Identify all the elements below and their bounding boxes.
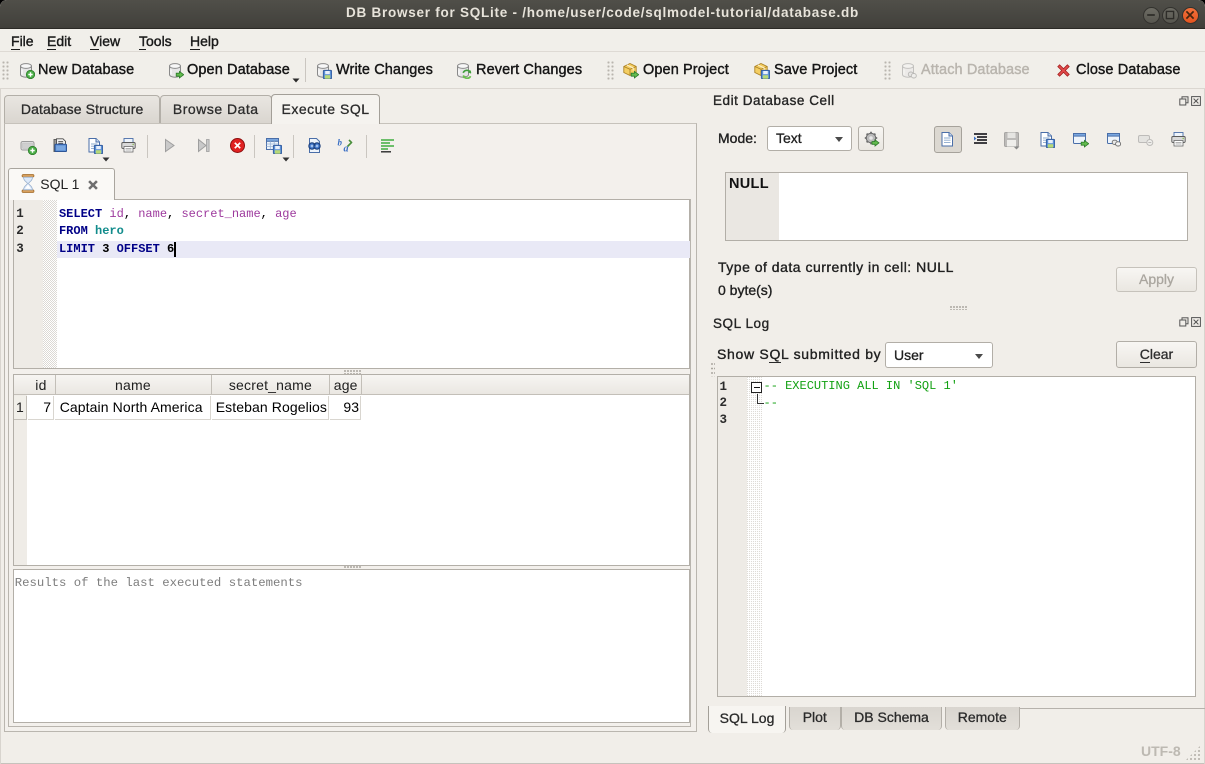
svg-text:b: b <box>338 138 343 148</box>
svg-text:a: a <box>344 144 349 155</box>
